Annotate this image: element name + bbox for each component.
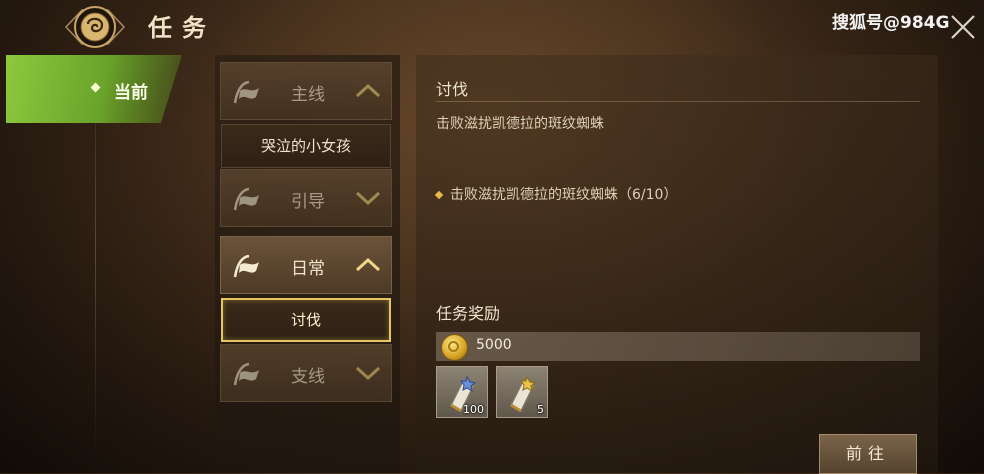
close-icon	[951, 15, 975, 39]
flag-icon	[233, 187, 259, 211]
category-tab-current[interactable]: 当前	[6, 55, 182, 123]
group-header-daily[interactable]: 日常	[220, 236, 392, 294]
group-name: 主线	[291, 85, 325, 105]
reward-heading: 任务奖励	[436, 304, 501, 323]
gold-coin-icon	[441, 334, 468, 361]
quest-title: 讨伐	[436, 80, 469, 99]
quest-objective: 击败滋扰凯德拉的斑纹蜘蛛（6/10）	[434, 184, 678, 204]
gold-reward-row: 5000	[436, 332, 920, 361]
chevron-down-icon	[355, 366, 381, 381]
flag-icon	[233, 80, 259, 104]
group-name: 日常	[291, 259, 325, 279]
group-header-guide[interactable]: 引导	[220, 169, 392, 227]
reward-item-slot[interactable]: 5	[496, 366, 548, 418]
quest-description: 击败滋扰凯德拉的斑纹蜘蛛	[436, 116, 604, 132]
flag-icon	[233, 362, 259, 386]
title-divider	[436, 101, 920, 102]
group-header-main[interactable]: 主线	[220, 62, 392, 120]
group-name: 支线	[291, 367, 325, 387]
quest-item-crying-girl[interactable]: 哭泣的小女孩	[221, 124, 391, 168]
go-button[interactable]: 前往	[819, 434, 917, 474]
chevron-up-icon	[355, 83, 381, 98]
group-header-side[interactable]: 支线	[220, 344, 392, 402]
quest-item-subjugation[interactable]: 讨伐	[221, 298, 391, 342]
chevron-up-icon	[355, 257, 381, 272]
flag-icon	[233, 254, 259, 278]
active-dot-icon	[90, 82, 101, 93]
gold-amount: 5000	[476, 337, 512, 353]
item-quantity: 5	[537, 403, 544, 416]
item-quantity: 100	[463, 403, 484, 416]
page-title: 任务	[148, 14, 216, 42]
objective-text: 击败滋扰凯德拉的斑纹蜘蛛（6/10）	[450, 187, 678, 203]
group-name: 引导	[291, 192, 325, 212]
reward-item-slot[interactable]: 100	[436, 366, 488, 418]
close-button[interactable]	[948, 12, 978, 42]
objective-bullet-icon	[434, 190, 444, 200]
chevron-down-icon	[355, 191, 381, 206]
category-tab-label: 当前	[114, 83, 148, 103]
watermark-text: 搜狐号@984G	[832, 13, 950, 33]
